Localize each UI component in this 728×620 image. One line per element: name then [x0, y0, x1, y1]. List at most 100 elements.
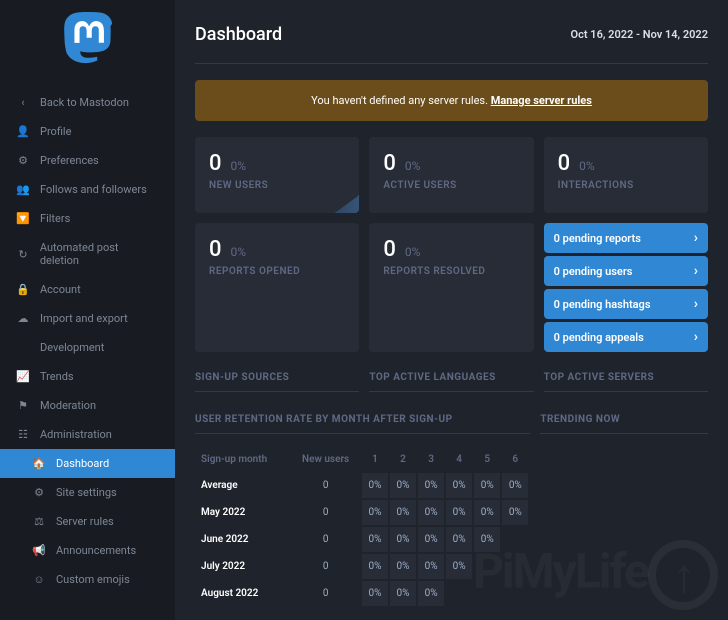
sidebar-sub-server-rules[interactable]: ⚖ Server rules: [0, 507, 175, 536]
bullhorn-icon: 📢: [32, 544, 46, 557]
retention-pct: 0%: [446, 473, 472, 498]
summary-sections: SIGN-UP SOURCES TOP ACTIVE LANGUAGES TOP…: [195, 372, 708, 392]
page-title: Dashboard: [195, 24, 282, 45]
nav-label: Automated post deletion: [40, 241, 159, 267]
nav-label: Import and export: [40, 312, 128, 325]
retention-header: 6: [502, 448, 528, 471]
section-retention: USER RETENTION RATE BY MONTH AFTER SIGN-…: [195, 414, 530, 434]
cog-icon: ⚙: [16, 154, 30, 167]
sidebar-item-import-and-export[interactable]: ☁Import and export: [0, 304, 175, 333]
sidebar-item-filters[interactable]: 🔽Filters: [0, 204, 175, 233]
stat-value: 0: [209, 237, 222, 262]
retention-pct: 0%: [362, 527, 388, 552]
sidebar-sub-dashboard[interactable]: 🏠Dashboard: [0, 449, 175, 478]
chevron-right-icon: ›: [694, 263, 698, 279]
chevron-right-icon: ›: [694, 296, 698, 312]
nav-label: Account: [40, 283, 81, 296]
sidebar-item-automated-post-deletion[interactable]: ↻Automated post deletion: [0, 233, 175, 275]
stat-label: NEW USERS: [209, 180, 345, 191]
pending-reports[interactable]: 0 pending reports›: [544, 223, 708, 253]
retention-pct: 0%: [418, 500, 444, 525]
sidebar-item-preferences[interactable]: ⚙ Preferences: [0, 146, 175, 175]
sidebar-item-trends[interactable]: 📈Trends: [0, 362, 175, 391]
retention-pct: 0%: [502, 473, 528, 498]
gavel-icon: ⚖: [32, 515, 46, 528]
manage-rules-link[interactable]: Manage server rules: [491, 94, 592, 107]
sidebar-item-follows-and-followers[interactable]: 👥Follows and followers: [0, 175, 175, 204]
nav-label: Preferences: [40, 154, 99, 167]
nav-label: Trends: [40, 370, 74, 383]
mastodon-icon: [62, 12, 114, 64]
retention-pct: 0%: [362, 554, 388, 579]
stat-reports-resolved[interactable]: 0 0% REPORTS RESOLVED: [369, 223, 533, 352]
stat-interactions[interactable]: 0 0% INTERACTIONS: [544, 137, 708, 213]
retention-month: May 2022: [197, 500, 289, 525]
section-trending: TRENDING NOW: [540, 414, 708, 434]
sidebar-sub-announcements[interactable]: 📢Announcements: [0, 536, 175, 565]
retention-empty: [502, 554, 528, 579]
date-range: Oct 16, 2022 - Nov 14, 2022: [571, 28, 708, 41]
sidebar-item-moderation[interactable]: ⚑Moderation: [0, 391, 175, 420]
page-header: Dashboard Oct 16, 2022 - Nov 14, 2022: [195, 24, 708, 64]
stat-pct: 0%: [405, 245, 421, 259]
section-top-servers: TOP ACTIVE SERVERS: [544, 372, 708, 392]
pending-appeals[interactable]: 0 pending appeals ›: [544, 322, 708, 352]
pending-label: 0 pending appeals: [554, 331, 644, 344]
nav-label: Administration: [40, 428, 112, 441]
user-icon: 👤: [16, 125, 30, 138]
chevron-right-icon: ›: [694, 329, 698, 345]
nav-label: Back to Mastodon: [40, 96, 129, 109]
nav-label: Dashboard: [56, 457, 109, 470]
stat-reports-opened[interactable]: 0 0% REPORTS OPENED: [195, 223, 359, 352]
section-signup-sources: SIGN-UP SOURCES: [195, 372, 359, 392]
retention-pct: 0%: [390, 581, 416, 606]
sidebar-item-profile[interactable]: 👤 Profile: [0, 117, 175, 146]
sidebar-sub-site-settings[interactable]: ⚙Site settings: [0, 478, 175, 507]
retention-header: 5: [474, 448, 500, 471]
mastodon-logo: [0, 12, 175, 64]
nav-label: Profile: [40, 125, 71, 138]
pending-label: 0 pending reports: [554, 232, 641, 245]
retention-pct: 0%: [390, 554, 416, 579]
retention-empty: [474, 554, 500, 579]
retention-pct: 0%: [362, 581, 388, 606]
pending-list: 0 pending reports›0 pending users›0 pend…: [544, 223, 708, 352]
stats-row-2: 0 0% REPORTS OPENED 0 0% REPORTS RESOLVE…: [195, 223, 708, 352]
nav-label: Site settings: [56, 486, 117, 499]
retention-row: June 202200%0%0%0%0%: [197, 527, 528, 552]
retention-users: 0: [291, 527, 360, 552]
retention-empty: [502, 581, 528, 606]
nav-back[interactable]: ‹ Back to Mastodon: [0, 88, 175, 117]
trending-section: TRENDING NOW: [540, 414, 708, 608]
flag-icon: ⚑: [16, 399, 30, 412]
pending-hashtags[interactable]: 0 pending hashtags›: [544, 289, 708, 319]
sparkline: [195, 195, 359, 213]
sidebar-item-administration[interactable]: ☷Administration: [0, 420, 175, 449]
stat-active-users[interactable]: 0 0% ACTIVE USERS: [369, 137, 533, 213]
pending-users[interactable]: 0 pending users›: [544, 256, 708, 286]
retention-pct: 0%: [418, 527, 444, 552]
stat-label: REPORTS RESOLVED: [383, 266, 519, 277]
retention-month: July 2022: [197, 554, 289, 579]
sidebar-sub-custom-emojis[interactable]: ☺Custom emojis: [0, 565, 175, 594]
nav-label: Filters: [40, 212, 70, 225]
smile-icon: ☺: [32, 573, 46, 586]
stat-pct: 0%: [405, 159, 421, 173]
retention-table: Sign-up monthNew users123456 Average00%0…: [195, 446, 530, 608]
retention-users: 0: [291, 473, 360, 498]
section-top-languages: TOP ACTIVE LANGUAGES: [369, 372, 533, 392]
retention-pct: 0%: [446, 527, 472, 552]
stat-new-users[interactable]: 0 0% NEW USERS: [195, 137, 359, 213]
nav-label: Server rules: [56, 515, 114, 528]
stats-row-1: 0 0% NEW USERS 0 0% ACTIVE USERS 0 0% IN…: [195, 137, 708, 213]
sidebar-item-development[interactable]: Development: [0, 333, 175, 362]
retention-empty: [446, 581, 472, 606]
retention-header: 4: [446, 448, 472, 471]
retention-month: Average: [197, 473, 289, 498]
retention-pct: 0%: [502, 500, 528, 525]
sidebar-item-account[interactable]: 🔒Account: [0, 275, 175, 304]
stat-label: ACTIVE USERS: [383, 180, 519, 191]
retention-pct: 0%: [446, 554, 472, 579]
retention-users: 0: [291, 581, 360, 606]
retention-header: 1: [362, 448, 388, 471]
